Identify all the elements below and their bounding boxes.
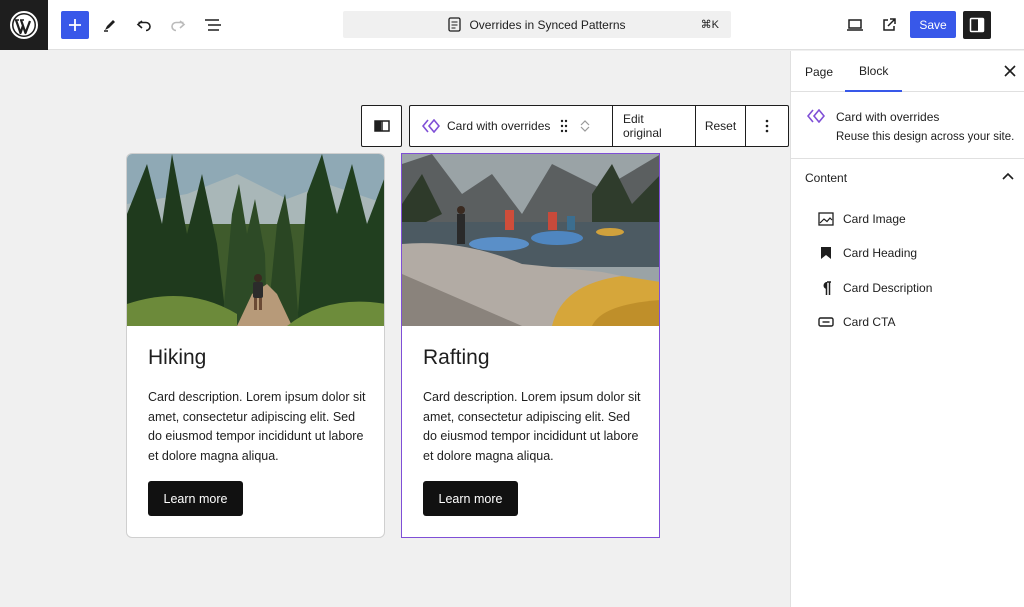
river-rafting-photo — [402, 154, 659, 326]
forest-trail-photo — [127, 154, 384, 326]
block-mover[interactable] — [580, 119, 590, 133]
block-card: Card with overrides Reuse this design ac… — [791, 93, 1024, 159]
override-item-card-description[interactable]: Card Description — [817, 278, 932, 298]
parent-block-button[interactable] — [361, 105, 402, 147]
block-name-label: Card with overrides — [447, 119, 551, 133]
close-icon[interactable] — [1003, 64, 1017, 78]
card-cta-button[interactable]: Learn more — [148, 481, 243, 516]
undo-button[interactable] — [129, 10, 159, 40]
block-switcher[interactable]: Card with overrides — [410, 106, 613, 146]
override-item-card-heading[interactable]: Card Heading — [817, 243, 917, 263]
document-overview-button[interactable] — [198, 10, 228, 40]
columns-icon — [373, 120, 390, 132]
command-palette-bar[interactable]: Overrides in Synced Patterns ⌘K — [343, 11, 731, 38]
add-block-button[interactable] — [61, 11, 89, 39]
content-panel-title[interactable]: Content — [805, 171, 847, 185]
paragraph-icon — [817, 280, 835, 296]
block-toolbar-group: Card with overrides Edit original Reset — [409, 105, 789, 147]
block-card-title: Card with overrides — [836, 110, 940, 124]
synced-pattern-icon — [422, 119, 440, 133]
tools-button[interactable] — [95, 10, 125, 40]
bookmark-icon — [817, 246, 835, 260]
card-cta-button[interactable]: Learn more — [423, 481, 518, 516]
card-hiking[interactable]: Hiking Card description. Lorem ipsum dol… — [126, 153, 385, 538]
view-site-button[interactable] — [874, 10, 904, 40]
drag-handle-icon[interactable] — [560, 119, 568, 133]
pencil-icon — [104, 20, 115, 32]
editor-header: Overrides in Synced Patterns ⌘K Save — [0, 0, 1024, 50]
page-icon — [448, 17, 462, 32]
redo-button[interactable] — [163, 10, 193, 40]
chevron-up-icon[interactable] — [1002, 172, 1014, 180]
keyboard-shortcut: ⌘K — [700, 19, 719, 31]
external-link-icon — [883, 18, 896, 31]
block-card-description: Reuse this design across your site. — [836, 131, 1015, 143]
sidebar-icon — [969, 17, 985, 33]
redo-icon — [171, 20, 186, 32]
wordpress-logo-icon[interactable] — [0, 0, 48, 50]
chevron-up-icon[interactable] — [580, 119, 590, 126]
card-heading[interactable]: Rafting — [423, 346, 490, 370]
tab-page[interactable]: Page — [805, 51, 833, 92]
preview-device-button[interactable] — [840, 10, 870, 40]
chevron-down-icon[interactable] — [580, 126, 590, 133]
desktop-icon — [847, 19, 863, 31]
override-item-label: Card Image — [843, 212, 906, 226]
document-title: Overrides in Synced Patterns — [469, 17, 626, 32]
plus-icon — [69, 19, 81, 31]
card-heading[interactable]: Hiking — [148, 346, 206, 370]
settings-toggle-button[interactable] — [963, 11, 991, 39]
list-view-icon — [205, 19, 221, 31]
settings-sidebar: Page Block Card with overrides Reuse thi… — [790, 51, 1024, 607]
block-options-button[interactable] — [746, 106, 788, 146]
synced-pattern-icon — [807, 109, 825, 123]
card-rafting[interactable]: Rafting Card description. Lorem ipsum do… — [401, 153, 660, 538]
tab-block[interactable]: Block — [845, 51, 903, 92]
more-vertical-icon — [765, 119, 769, 133]
card-description[interactable]: Card description. Lorem ipsum dolor sit … — [148, 388, 370, 466]
override-item-label: Card Heading — [843, 246, 918, 260]
reset-button[interactable]: Reset — [696, 106, 746, 146]
edit-original-button[interactable]: Edit original — [613, 106, 696, 146]
sidebar-tabs: Page Block — [791, 51, 1024, 92]
button-icon — [817, 316, 835, 328]
override-item-label: Card Description — [843, 281, 933, 295]
card-description[interactable]: Card description. Lorem ipsum dolor sit … — [423, 388, 645, 466]
undo-icon — [136, 20, 151, 32]
save-button[interactable]: Save — [910, 11, 956, 38]
card-image[interactable] — [402, 154, 659, 326]
card-image[interactable] — [127, 154, 384, 326]
image-icon — [817, 212, 835, 226]
override-item-label: Card CTA — [843, 315, 896, 329]
override-item-card-cta[interactable]: Card CTA — [817, 312, 895, 332]
override-item-card-image[interactable]: Card Image — [817, 209, 906, 229]
